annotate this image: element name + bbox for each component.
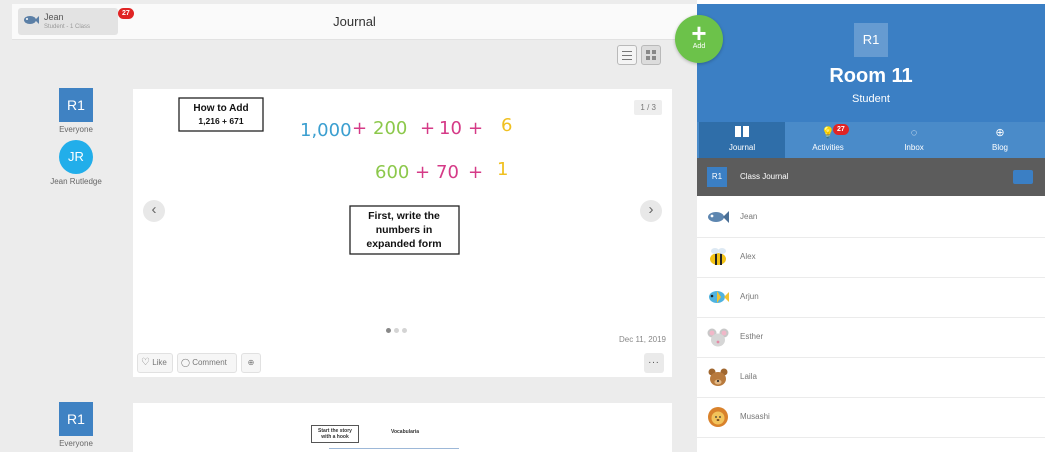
post-title-line2: 1,216 + 671 xyxy=(198,116,243,126)
mouse-avatar-icon xyxy=(707,328,729,347)
tab-label: Inbox xyxy=(904,143,924,152)
tab-label: Journal xyxy=(728,143,756,152)
math-term: 70 xyxy=(436,162,459,183)
journal-icon xyxy=(699,125,785,141)
class-tag-tile[interactable]: R1 xyxy=(59,88,93,122)
class-tag-tile[interactable]: R1 xyxy=(59,402,93,436)
carousel-dot[interactable] xyxy=(386,328,391,333)
list-item[interactable]: Jean xyxy=(697,198,1045,238)
like-label: Like xyxy=(152,358,167,367)
add-label: Add xyxy=(692,43,706,50)
math-term: 6 xyxy=(501,115,512,136)
list-item[interactable]: Alex xyxy=(697,238,1045,278)
more-options-button[interactable]: ... xyxy=(644,353,664,373)
post-image[interactable]: Start the story with a hook Vocabularia xyxy=(311,425,459,452)
room-tile: R1 xyxy=(854,23,888,57)
math-op: + xyxy=(468,162,483,183)
room-header: R1 Room 11 Student xyxy=(697,4,1045,122)
class-panel: R1 Room 11 Student Journal 💡 27 Activitie… xyxy=(697,0,1045,452)
next-arrow-icon[interactable]: › xyxy=(640,200,662,222)
add-button[interactable]: + Add xyxy=(675,15,723,63)
grid-view-icon[interactable] xyxy=(641,45,661,65)
room-name: Room 11 xyxy=(829,65,913,87)
like-button[interactable]: ♡ Like xyxy=(137,353,173,373)
math-term: 1,000 xyxy=(300,120,352,141)
math-op: + xyxy=(415,162,430,183)
previous-arrow-icon[interactable]: ‹ xyxy=(143,200,165,222)
handwritten-lines xyxy=(329,448,459,452)
post-image[interactable]: How to Add 1,216 + 671 1,000 + 200 + 10 … xyxy=(133,89,672,319)
post-author: R1 Everyone JR Jean Rutledge xyxy=(40,88,112,186)
student-name: Arjun xyxy=(740,292,759,301)
globe-icon: ⊕ xyxy=(995,127,1005,139)
bee-avatar-icon xyxy=(710,248,726,265)
tab-inbox[interactable]: ◌ Inbox xyxy=(871,122,957,158)
fish-avatar-icon xyxy=(708,211,729,223)
math-op: + xyxy=(468,118,483,139)
post-card: Start the story with a hook Vocabularia xyxy=(133,403,672,452)
heart-icon: ♡ xyxy=(141,357,150,368)
tropical-fish-avatar-icon xyxy=(709,291,729,303)
math-term: 1 xyxy=(497,159,508,180)
post-image-title: Start the story with a hook xyxy=(311,425,359,443)
post-date: Dec 11, 2019 xyxy=(619,335,666,344)
student-name: Esther xyxy=(740,332,764,341)
avatar[interactable]: JR xyxy=(59,140,93,174)
visibility-label: Everyone xyxy=(59,125,93,134)
class-journal-tile: R1 xyxy=(707,167,727,187)
instruction-line: expanded form xyxy=(366,238,441,250)
lightbulb-icon: 💡 27 xyxy=(785,124,871,141)
instruction-line: First, write the xyxy=(368,210,440,222)
chat-icon: ◌ xyxy=(910,127,918,139)
activities-badge: 27 xyxy=(833,124,849,135)
lion-avatar-icon xyxy=(708,407,728,427)
top-bar: Jean Student - 1 Class 27 Journal xyxy=(12,4,697,40)
carousel-dots xyxy=(386,320,410,338)
carousel-dot[interactable] xyxy=(402,328,407,333)
student-name: Laila xyxy=(740,372,757,381)
comment-label: Comment xyxy=(192,358,227,367)
bear-avatar-icon xyxy=(708,368,728,386)
carousel-dot[interactable] xyxy=(394,328,399,333)
panel-tabs: Journal 💡 27 Activities ◌ Inbox ⊕ Blog xyxy=(697,122,1045,158)
class-journal-row[interactable]: R1 Class Journal xyxy=(697,158,1045,196)
instruction-line: numbers in xyxy=(376,224,433,236)
student-list: Jean Alex Arjun Esther Laila Musashi xyxy=(697,198,1045,438)
post-card: How to Add 1,216 + 671 1,000 + 200 + 10 … xyxy=(133,89,672,377)
student-name: Alex xyxy=(740,252,756,261)
math-term: 200 xyxy=(373,118,407,139)
list-item[interactable]: Arjun xyxy=(697,278,1045,318)
tab-activities[interactable]: 💡 27 Activities xyxy=(785,122,871,158)
post-image-heading: Vocabularia xyxy=(391,429,419,435)
comment-button[interactable]: ◯ Comment xyxy=(177,353,237,373)
page-indicator: 1 / 3 xyxy=(634,100,662,115)
page-title: Journal xyxy=(333,14,376,29)
post-title-line1: How to Add xyxy=(193,103,248,114)
class-journal-label: Class Journal xyxy=(740,172,789,181)
tab-blog[interactable]: ⊕ Blog xyxy=(957,122,1043,158)
list-item[interactable]: Esther xyxy=(697,318,1045,358)
view-toggle xyxy=(617,45,661,66)
list-item[interactable]: Laila xyxy=(697,358,1045,398)
visibility-label: Everyone xyxy=(59,439,93,448)
post-author: R1 Everyone xyxy=(40,402,112,448)
comment-icon: ◯ xyxy=(181,358,190,367)
student-name: Musashi xyxy=(740,412,770,421)
list-item[interactable]: Musashi xyxy=(697,398,1045,438)
author-name: Jean Rutledge xyxy=(50,177,102,186)
student-name: Jean xyxy=(740,212,758,221)
tab-label: Blog xyxy=(991,143,1008,152)
globe-icon: ⊕ xyxy=(247,358,255,367)
tab-journal[interactable]: Journal xyxy=(699,122,785,158)
math-op: + xyxy=(420,118,435,139)
list-view-icon[interactable] xyxy=(617,45,637,65)
math-term: 600 xyxy=(375,162,409,183)
math-term: 10 xyxy=(439,118,462,139)
folder-icon[interactable] xyxy=(1013,170,1033,184)
translate-button[interactable]: ⊕ xyxy=(241,353,261,373)
math-op: + xyxy=(352,118,367,139)
room-role: Student xyxy=(852,93,890,105)
tab-label: Activities xyxy=(812,143,844,152)
journal-main: Jean Student - 1 Class 27 Journal R1 Eve… xyxy=(0,0,697,452)
